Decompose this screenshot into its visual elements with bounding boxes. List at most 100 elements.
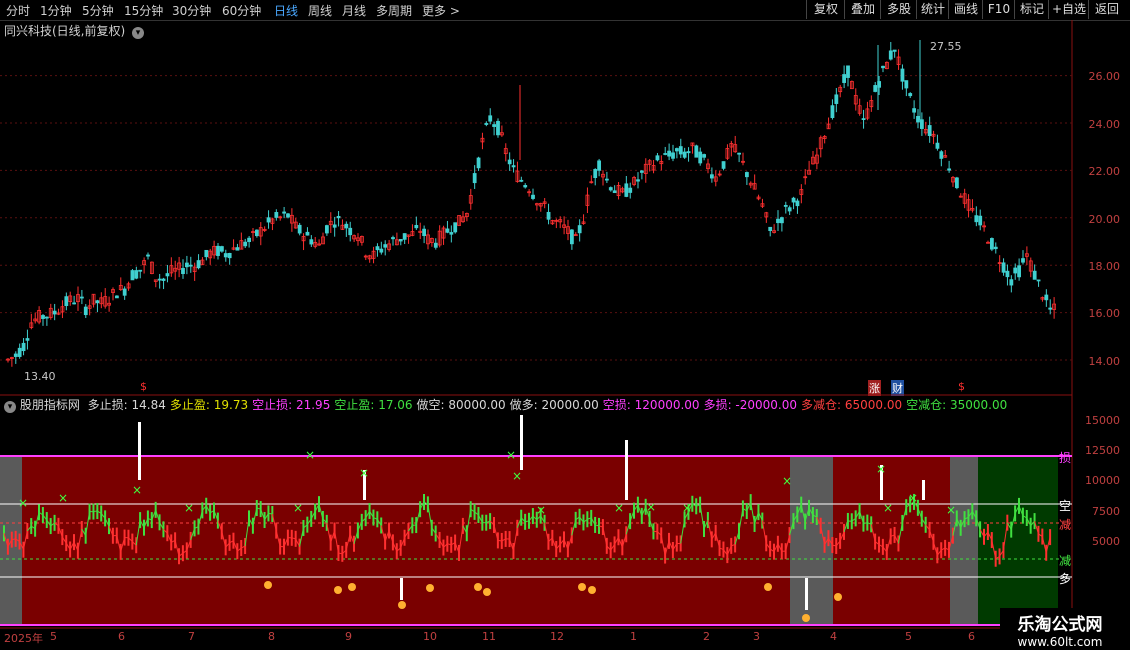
cross-marker: × <box>782 474 792 488</box>
candle-body <box>414 224 419 229</box>
candle-body <box>783 204 788 207</box>
cross-marker: × <box>293 501 303 515</box>
candle-body <box>744 172 749 178</box>
indicator-line <box>497 539 502 542</box>
candle-body <box>41 315 45 319</box>
hand-marker-icon <box>588 586 596 594</box>
candle-body <box>900 68 905 82</box>
candle-body <box>916 116 920 123</box>
candle-body <box>95 300 100 304</box>
cross-marker: × <box>305 448 315 462</box>
kline-chart[interactable]: × × × × × × × × × × × × × × × × × × <box>0 0 1130 650</box>
candle-body <box>445 228 450 233</box>
signal-spike <box>138 422 141 480</box>
candle-body <box>243 241 248 247</box>
candle-body <box>663 153 668 155</box>
hand-marker-icon <box>334 586 342 594</box>
candle-body <box>795 200 800 207</box>
candle-body <box>709 174 714 179</box>
candle-body <box>593 169 598 179</box>
indicator-line <box>93 510 98 513</box>
cross-marker: × <box>614 501 624 515</box>
candle-body <box>947 168 952 171</box>
candle-body <box>577 225 582 234</box>
cross-marker: × <box>132 483 142 497</box>
candle-body <box>1001 262 1006 273</box>
candle-body <box>122 288 127 296</box>
candle-body <box>834 94 839 104</box>
zone-green <box>978 456 1058 626</box>
candle-body <box>1048 307 1053 310</box>
candle-body <box>223 253 228 258</box>
candle-body <box>492 124 497 127</box>
candle-body <box>13 353 18 357</box>
hand-marker-icon <box>802 614 810 622</box>
candle-body <box>881 65 885 69</box>
candle-body <box>348 227 353 236</box>
hand-marker-icon <box>264 581 272 589</box>
candle-body <box>1009 279 1014 286</box>
candle-body <box>398 239 403 242</box>
candle-body <box>247 237 252 243</box>
candle-body <box>453 222 458 233</box>
candle-body <box>286 213 290 218</box>
signal-spike <box>400 578 403 600</box>
candle-body <box>449 232 454 235</box>
candle-body <box>17 347 22 357</box>
hand-marker-icon <box>764 583 772 591</box>
candle-body <box>908 93 913 97</box>
candle-body <box>776 218 780 224</box>
candle-body <box>612 190 617 194</box>
candle-body <box>842 74 847 83</box>
signal-spike <box>922 480 925 500</box>
candle-body <box>64 296 69 307</box>
candle-body <box>52 310 57 315</box>
candle-body <box>674 148 679 152</box>
candle-body <box>523 185 528 188</box>
candle-body <box>146 254 150 257</box>
zone-gray <box>950 456 978 626</box>
candle-body <box>379 248 384 253</box>
candle-body <box>912 108 917 113</box>
candle-body <box>181 268 185 275</box>
signal-spike <box>625 440 628 500</box>
hand-marker-icon <box>426 584 434 592</box>
candle-body <box>892 49 897 52</box>
candle-body <box>496 120 500 136</box>
candle-body <box>216 245 220 256</box>
watermark-logo: 乐淘公式网 www.60lt.com <box>1000 608 1120 650</box>
candle-body <box>978 215 983 226</box>
candle-body <box>702 154 707 158</box>
candle-body <box>686 151 691 154</box>
cross-marker: × <box>184 501 194 515</box>
candle-body <box>989 238 994 250</box>
candle-body <box>1013 267 1018 274</box>
candle-body <box>888 50 893 60</box>
cross-marker: × <box>876 462 886 476</box>
candle-body <box>546 211 551 220</box>
candle-body <box>1044 294 1049 301</box>
candle-body <box>787 207 792 212</box>
candle-body <box>402 233 407 240</box>
cross-marker: × <box>18 496 28 510</box>
candle-body <box>476 157 481 169</box>
candle-body <box>161 278 166 281</box>
candle-body <box>188 264 193 267</box>
candle-body <box>336 216 341 219</box>
candle-body <box>830 105 835 118</box>
candle-body <box>927 125 932 136</box>
candle-body <box>130 270 135 281</box>
hand-marker-icon <box>474 583 482 591</box>
candle-body <box>274 212 279 218</box>
cross-marker: × <box>908 491 918 505</box>
candle-body <box>671 152 675 159</box>
candle-body <box>344 223 349 229</box>
candle-body <box>383 244 388 248</box>
candle-body <box>655 155 660 161</box>
candle-body <box>79 296 84 299</box>
candle-body <box>324 225 329 234</box>
candle-body <box>433 242 438 248</box>
candle-body <box>472 173 477 184</box>
cross-marker: × <box>536 503 546 517</box>
candle-body <box>1032 270 1037 280</box>
